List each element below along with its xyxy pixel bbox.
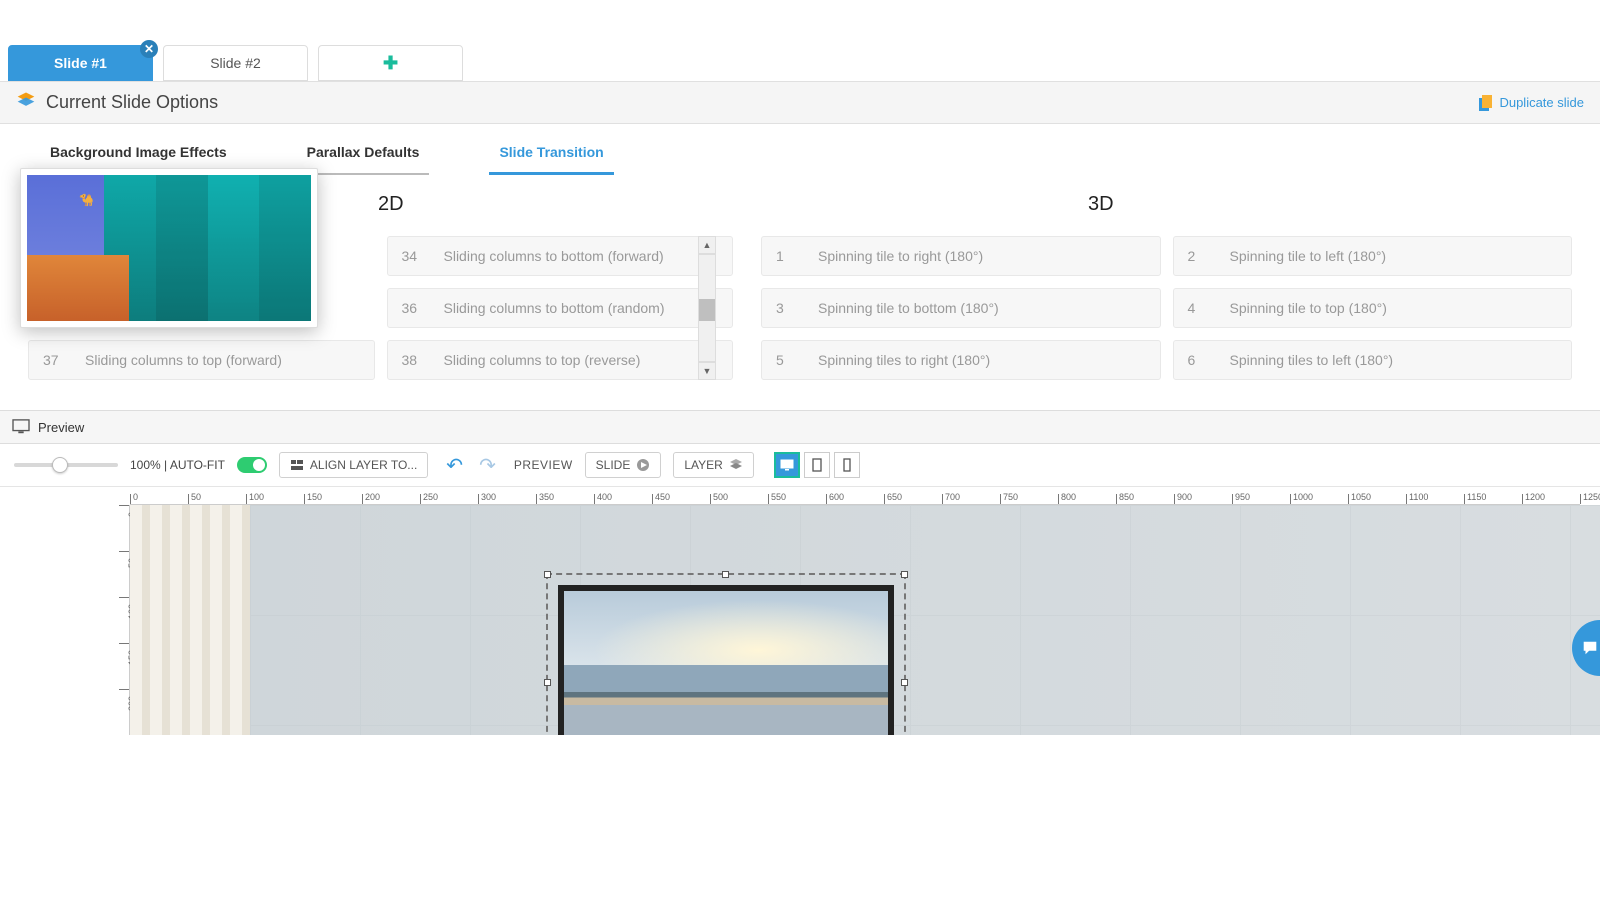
- transition-item[interactable]: 38 Sliding columns to top (reverse): [387, 340, 734, 380]
- canvas[interactable]: [130, 505, 1600, 735]
- device-tablet-button[interactable]: [804, 452, 830, 478]
- transition-label: Spinning tile to left (180°): [1230, 248, 1387, 264]
- transition-number: 36: [402, 300, 420, 316]
- align-icon: [290, 458, 304, 472]
- zoom-slider[interactable]: [14, 463, 118, 467]
- options-title: Current Slide Options: [46, 92, 218, 113]
- transition-label: Sliding columns to top (reverse): [444, 352, 641, 368]
- resize-handle[interactable]: [544, 679, 551, 686]
- transition-number: 1: [776, 248, 794, 264]
- device-mobile-button[interactable]: [834, 452, 860, 478]
- resize-handle[interactable]: [544, 571, 551, 578]
- transition-number: 6: [1188, 352, 1206, 368]
- chat-icon: [1581, 639, 1599, 657]
- transition-number: 5: [776, 352, 794, 368]
- heading-3d: 3D: [1088, 193, 1572, 216]
- resize-handle[interactable]: [901, 679, 908, 686]
- transitions-2d-scrollbar[interactable]: ▲ ▼: [698, 236, 716, 380]
- play-icon: [636, 458, 650, 472]
- slide-tab-2[interactable]: Slide #2: [163, 45, 308, 81]
- transitions-3d-list: 1 Spinning tile to right (180°) 2 Spinning…: [761, 236, 1572, 380]
- transition-item[interactable]: 3 Spinning tile to bottom (180°): [761, 288, 1161, 328]
- undo-icon[interactable]: ↶: [446, 453, 463, 478]
- scroll-track[interactable]: [698, 254, 716, 362]
- align-label: ALIGN LAYER TO...: [310, 458, 417, 472]
- autofit-toggle[interactable]: [237, 457, 267, 473]
- transition-item[interactable]: 6 Spinning tiles to left (180°): [1173, 340, 1573, 380]
- transition-item[interactable]: 4 Spinning tile to top (180°): [1173, 288, 1573, 328]
- transition-number: 34: [402, 248, 420, 264]
- scroll-up-icon[interactable]: ▲: [698, 236, 716, 254]
- canvas-wrap: 0501001502002503003504004505005506006507…: [0, 487, 1600, 735]
- zoom-slider-handle[interactable]: [52, 457, 68, 473]
- layer-btn-label: LAYER: [684, 458, 722, 472]
- close-icon[interactable]: ✕: [140, 40, 158, 58]
- scroll-thumb[interactable]: [699, 299, 715, 321]
- zoom-label: 100% | AUTO-FIT: [130, 458, 225, 472]
- transition-label: Sliding columns to bottom (random): [444, 300, 665, 316]
- device-desktop-button[interactable]: [774, 452, 800, 478]
- slide-tab-1-label: Slide #1: [54, 55, 107, 71]
- preview-toolbar: 100% | AUTO-FIT ALIGN LAYER TO... ↶ ↷ PR…: [0, 444, 1600, 487]
- duplicate-icon: [1477, 94, 1493, 112]
- transition-item[interactable]: 36 Sliding columns to bottom (random): [387, 288, 734, 328]
- ruler-vertical: 050100150200: [112, 505, 130, 735]
- transition-item[interactable]: 5 Spinning tiles to right (180°): [761, 340, 1161, 380]
- plus-icon: ✚: [383, 53, 398, 74]
- canvas-curtain: [130, 505, 250, 735]
- scroll-down-icon[interactable]: ▼: [698, 362, 716, 380]
- transition-number: 2: [1188, 248, 1206, 264]
- transition-number: 4: [1188, 300, 1206, 316]
- preview-section: Preview 100% | AUTO-FIT ALIGN LAYER TO..…: [0, 410, 1600, 735]
- layer-content: [558, 585, 894, 735]
- preview-slide-button[interactable]: SLIDE: [585, 452, 662, 478]
- transition-preview-tooltip: 🐪: [20, 168, 318, 328]
- transition-item[interactable]: 37 Sliding columns to top (forward): [28, 340, 375, 380]
- preview-label: Preview: [38, 420, 84, 435]
- tablet-icon: [810, 458, 824, 472]
- redo-icon[interactable]: ↷: [479, 453, 496, 478]
- transition-label: Sliding columns to bottom (forward): [444, 248, 664, 264]
- device-buttons: [774, 452, 860, 478]
- slide-tab-2-label: Slide #2: [210, 55, 261, 71]
- transition-preview-image: 🐪: [27, 175, 311, 321]
- selected-layer[interactable]: [546, 573, 906, 735]
- mobile-icon: [840, 458, 854, 472]
- transition-label: Spinning tile to right (180°): [818, 248, 983, 264]
- preview-header: Preview: [0, 411, 1600, 444]
- preview-layer-button[interactable]: LAYER: [673, 452, 753, 478]
- transition-number: 3: [776, 300, 794, 316]
- resize-handle[interactable]: [901, 571, 908, 578]
- transition-label: Sliding columns to top (forward): [85, 352, 282, 368]
- options-bar: Current Slide Options Duplicate slide: [0, 81, 1600, 124]
- slide-btn-label: SLIDE: [596, 458, 631, 472]
- transition-item[interactable]: 2 Spinning tile to left (180°): [1173, 236, 1573, 276]
- tab-slide-transition[interactable]: Slide Transition: [489, 136, 613, 175]
- transition-label: Spinning tiles to left (180°): [1230, 352, 1394, 368]
- preview-text: PREVIEW: [514, 458, 573, 472]
- transition-panel: 2D 3D 33 34Sliding columns to bottom (fo…: [0, 175, 1600, 410]
- transition-label: Spinning tile to bottom (180°): [818, 300, 999, 316]
- duplicate-slide-button[interactable]: Duplicate slide: [1477, 94, 1584, 112]
- ruler-horizontal: 0501001502002503003504004505005506006507…: [130, 487, 1580, 505]
- transition-item[interactable]: 34 Sliding columns to bottom (forward): [387, 236, 734, 276]
- transition-number: 37: [43, 352, 61, 368]
- add-slide-button[interactable]: ✚: [318, 45, 463, 81]
- heading-2d: 2D: [378, 193, 758, 216]
- duplicate-label: Duplicate slide: [1499, 95, 1584, 110]
- transition-label: Spinning tile to top (180°): [1230, 300, 1387, 316]
- monitor-icon: [12, 419, 30, 435]
- transition-label: Spinning tiles to right (180°): [818, 352, 990, 368]
- desktop-icon: [780, 458, 794, 472]
- transition-item[interactable]: 1 Spinning tile to right (180°): [761, 236, 1161, 276]
- slide-tab-1[interactable]: Slide #1 ✕: [8, 45, 153, 81]
- slide-tabs: Slide #1 ✕ Slide #2 ✚: [0, 45, 1600, 81]
- align-layer-button[interactable]: ALIGN LAYER TO...: [279, 452, 428, 478]
- layers-icon: [16, 90, 36, 115]
- layers-small-icon: [729, 458, 743, 472]
- transition-number: 38: [402, 352, 420, 368]
- resize-handle[interactable]: [722, 571, 729, 578]
